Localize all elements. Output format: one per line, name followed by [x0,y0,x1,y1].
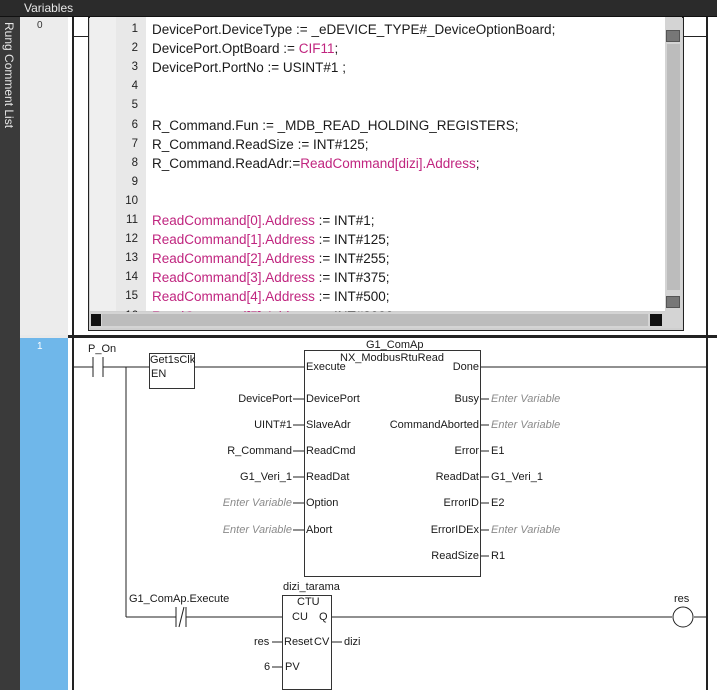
fb-input-pin-slaveadr: SlaveAdr [306,419,351,431]
get1sclk-name: Get1sClk [150,354,196,366]
modbus-rtu-read-block[interactable] [304,350,481,577]
fb-output-pin-error: Error [454,445,479,457]
execute-contact-label[interactable]: G1_ComAp.Execute [129,593,229,606]
fb-output-variable[interactable]: Enter Variable [491,419,560,432]
fb-input-pin-option: Option [306,497,339,509]
ctu-cu-pin: CU [292,611,308,623]
ctu-cv-pin: CV [314,636,330,648]
fb-output-variable[interactable]: G1_Veri_1 [491,471,543,484]
modbus-fb-type: NX_ModbusRtuRead [340,352,444,364]
fb-input-variable[interactable]: R_Command [227,445,292,458]
fb-output-pin-erroridex: ErrorIDEx [430,524,479,536]
ctu-type: CTU [297,596,320,608]
p-on-contact-label[interactable]: P_On [88,343,116,356]
fb-output-variable[interactable]: E1 [491,445,504,458]
ctu-q-pin: Q [319,611,328,623]
fb-output-variable[interactable]: E2 [491,497,504,510]
fb-output-variable[interactable]: Enter Variable [491,524,560,537]
fb-input-pin-abort: Abort [306,524,333,536]
fb-input-variable[interactable]: Enter Variable [223,524,292,537]
fb-output-variable[interactable]: Enter Variable [491,393,560,406]
ctu-reset-pin: Reset [284,636,313,648]
fb-output-pin-done: Done [452,361,479,373]
fb-input-variable[interactable]: UINT#1 [254,419,292,432]
fb-output-pin-readdat: ReadDat [435,471,479,483]
fb-input-pin-execute: Execute [306,361,346,373]
get1sclk-en-pin: EN [151,368,167,380]
fb-output-pin-errorid: ErrorID [443,497,479,509]
fb-input-pin-deviceport: DevicePort [306,393,360,405]
ctu-pv-pin: PV [285,661,300,673]
ladder-editor: Variables Rung Comment List 0 1 1 DeviceP… [0,0,717,690]
fb-input-variable[interactable]: G1_Veri_1 [240,471,292,484]
fb-output-pin-readsize: ReadSize [431,550,479,562]
res-coil-label[interactable]: res [674,593,689,606]
fb-output-variable[interactable]: R1 [491,550,505,563]
fb-input-variable[interactable]: DevicePort [238,393,292,406]
fb-output-pin-commandaborted: CommandAborted [389,419,479,431]
right-power-rail-rung-1 [706,338,708,690]
ctu-instance[interactable]: dizi_tarama [283,581,340,594]
fb-input-pin-readcmd: ReadCmd [306,445,356,457]
ctu-cv-variable[interactable]: dizi [344,636,361,649]
ctu-pv-variable[interactable]: 6 [264,661,270,674]
fb-input-pin-readdat: ReadDat [306,471,350,483]
fb-input-variable[interactable]: Enter Variable [223,497,292,510]
ctu-reset-variable[interactable]: res [254,636,269,649]
fb-output-pin-busy: Busy [454,393,479,405]
